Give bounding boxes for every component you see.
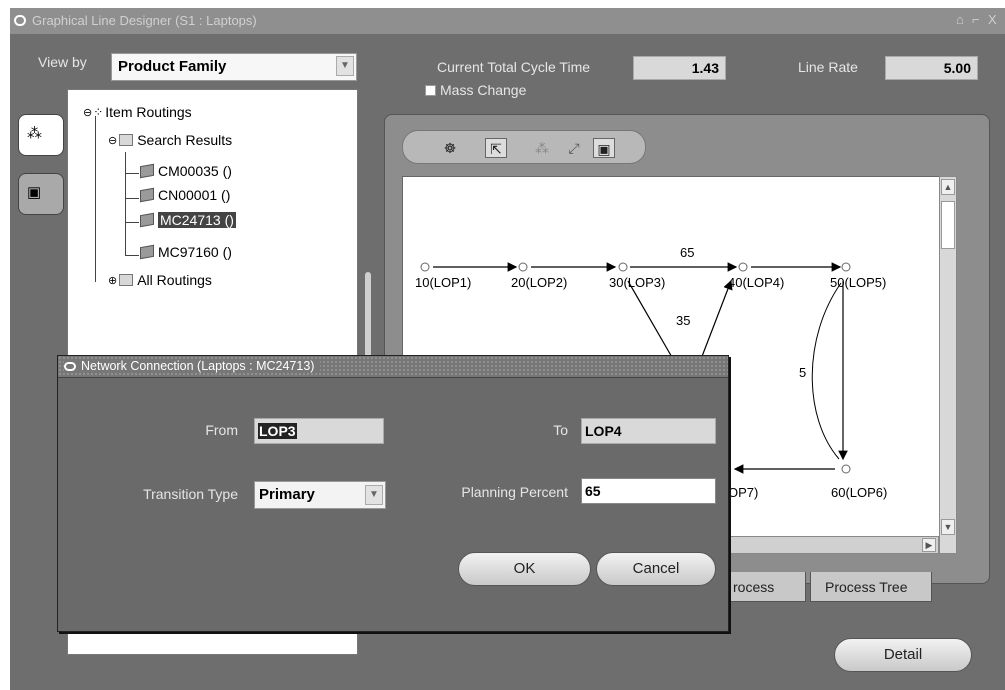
tab-routing-tree[interactable]: ⁂ (18, 114, 64, 156)
to-label: To (553, 422, 568, 438)
network-connection-dialog: Network Connection (Laptops : MC24713) F… (57, 355, 729, 632)
dialog-title-bar[interactable]: Network Connection (Laptops : MC24713) (58, 356, 728, 378)
tree-label: MC97160 () (158, 244, 232, 260)
tree-label: Item Routings (105, 104, 192, 120)
view-by-select[interactable]: Product Family ▼ (111, 53, 357, 81)
routings-icon: ⁘ (93, 105, 104, 119)
transition-type-select[interactable]: Primary ▼ (254, 481, 386, 509)
tree-label: CM00035 () (158, 163, 232, 179)
cycle-time-label: Current Total Cycle Time (437, 59, 591, 75)
edge-label: 65 (680, 245, 695, 260)
scroll-thumb[interactable] (941, 201, 955, 249)
scroll-down-icon[interactable]: ▼ (941, 519, 955, 535)
transition-type-value: Primary (259, 486, 315, 503)
collapse-icon[interactable]: ⊖ (83, 106, 92, 119)
view-by-value: Product Family (118, 58, 227, 75)
node-label: OP7) (728, 485, 759, 500)
line-rate-field[interactable]: 5.00 (885, 56, 978, 80)
planning-percent-input[interactable]: 65 (581, 478, 716, 504)
from-field[interactable]: LOP3 (254, 418, 384, 444)
node-label: 20(LOP2) (511, 275, 568, 290)
planning-percent-label: Planning Percent (461, 484, 568, 500)
scroll-up-icon[interactable]: ▲ (941, 179, 955, 195)
tree-label: Search Results (137, 132, 233, 148)
to-field[interactable]: LOP4 (581, 418, 716, 444)
oracle-window-icon (14, 15, 26, 26)
node-icon[interactable]: ⁂ (531, 138, 553, 158)
tree-node-item[interactable]: CN00001 () (140, 187, 230, 203)
tree-connector (125, 152, 126, 256)
tree-label: All Routings (137, 272, 212, 288)
node-label: 50(LOP5) (830, 275, 887, 290)
network-toolbar: ☸ ⇱ ⁂ ⤢ ▣ (402, 130, 646, 164)
folder-icon (119, 274, 134, 286)
edge-up-40 (700, 279, 733, 360)
edge-label: 35 (676, 313, 691, 328)
view-by-label: View by (38, 54, 87, 70)
close-icon[interactable]: X (988, 12, 997, 27)
routing-tree-icon: ⁂ (27, 125, 42, 142)
detail-button[interactable]: Detail (834, 638, 972, 672)
tree-connector (95, 116, 96, 282)
node-label: 10(LOP1) (415, 275, 472, 290)
tree-node-item-selected[interactable]: MC24713 () (140, 212, 236, 228)
item-cube-icon (140, 187, 154, 203)
tab-process[interactable]: rocess (718, 572, 806, 602)
folder-icon (119, 134, 134, 146)
from-label: From (205, 422, 238, 438)
expand-icon[interactable]: ⊕ (108, 274, 117, 287)
tree-node-all-routings[interactable]: ⊕ All Routings (108, 272, 212, 288)
palette-icon[interactable]: ☸ (439, 138, 461, 158)
edge-label: 5 (799, 365, 807, 380)
tree-label: MC24713 () (158, 212, 236, 228)
transition-type-label: Transition Type (143, 486, 238, 502)
properties-icon[interactable]: ▣ (593, 138, 615, 158)
tree-node-search-results[interactable]: ⊖ Search Results (108, 132, 232, 148)
splitter-handle[interactable] (365, 272, 371, 362)
tree-connector (125, 173, 139, 174)
tree-connector (125, 198, 139, 199)
tree-node-item[interactable]: CM00035 () (140, 163, 232, 179)
tree-node-item-routings[interactable]: ⊖ ⁘ Item Routings (83, 104, 192, 120)
tree-connector (125, 222, 139, 223)
tab-network-view[interactable]: ▣ (18, 173, 64, 215)
dialog-title: Network Connection (Laptops : MC24713) (81, 359, 315, 373)
chevron-down-icon[interactable]: ▼ (336, 56, 354, 76)
scroll-right-icon[interactable]: ▶ (922, 538, 936, 552)
maximize-icon[interactable]: ⌐ (972, 12, 980, 27)
network-view-icon: ▣ (27, 184, 42, 201)
node-label: 60(LOP6) (831, 485, 888, 500)
vertical-scrollbar[interactable]: ▲ ▼ (939, 176, 957, 554)
link-icon[interactable]: ⤢ (563, 138, 585, 158)
edge-50-60-curve (811, 282, 842, 460)
cycle-time-field[interactable]: 1.43 (633, 56, 726, 80)
node-label: 40(LOP4) (728, 275, 785, 290)
item-cube-icon (140, 212, 154, 228)
pointer-icon[interactable]: ⇱ (485, 138, 507, 158)
oracle-window-icon (64, 361, 76, 371)
line-rate-label: Line Rate (798, 59, 858, 75)
minimize-icon[interactable]: ⌂ (956, 12, 964, 27)
title-bar: Graphical Line Designer (S1 : Laptops) ⌂… (10, 8, 1005, 34)
chevron-down-icon[interactable]: ▼ (365, 485, 383, 505)
item-cube-icon (140, 163, 154, 179)
ok-button[interactable]: OK (458, 552, 591, 586)
mass-change-label: Mass Change (440, 82, 527, 98)
tab-process-tree[interactable]: Process Tree (810, 572, 932, 602)
tree-node-item[interactable]: MC97160 () (140, 244, 232, 260)
collapse-icon[interactable]: ⊖ (108, 134, 117, 147)
mass-change-checkbox[interactable]: Mass Change (425, 82, 526, 98)
item-cube-icon (140, 244, 154, 260)
tree-label: CN00001 () (158, 187, 231, 203)
checkbox-box[interactable] (425, 84, 436, 96)
tree-connector (125, 255, 139, 256)
edge-30-down (627, 280, 674, 360)
node-label: 30(LOP3) (609, 275, 666, 290)
from-value: LOP3 (258, 423, 297, 439)
cancel-button[interactable]: Cancel (596, 552, 716, 586)
window-title: Graphical Line Designer (S1 : Laptops) (32, 13, 257, 28)
